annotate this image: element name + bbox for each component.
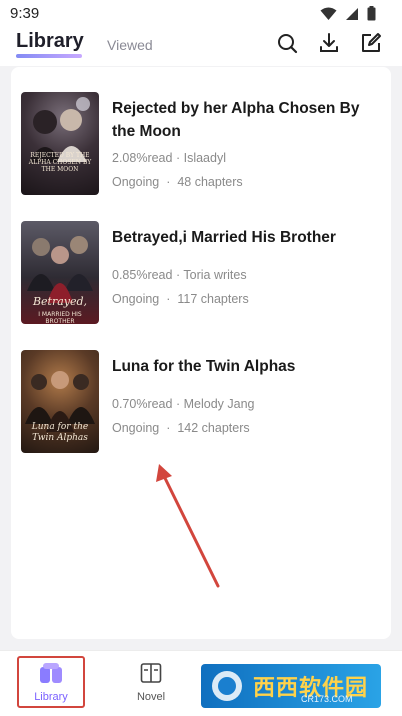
- cover-art: [27, 236, 93, 303]
- book-title: Luna for the Twin Alphas: [112, 358, 296, 375]
- book-cover[interactable]: REJECTED BY THE ALPHA CHOSEN BY THE MOON: [21, 92, 99, 195]
- book-item[interactable]: Luna for the Twin Alphas Luna for the Tw…: [21, 350, 381, 454]
- annotation-arrow-icon: [156, 464, 220, 588]
- library-header: Library Viewed: [0, 26, 402, 66]
- status-icons: [320, 6, 376, 21]
- book-status: Ongoing: [112, 292, 160, 306]
- cover-title: Betrayed,: [32, 295, 88, 308]
- book-status-chapters: Ongoing · 117 chapters: [112, 292, 249, 306]
- wifi-icon: [320, 7, 337, 20]
- cover-title: REJECTED BY THE ALPHA CHOSEN BY THE MOON: [28, 152, 92, 173]
- highlight-box: [17, 656, 85, 708]
- book-status-chapters: Ongoing · 48 chapters: [112, 175, 243, 189]
- separator: ·: [175, 151, 181, 165]
- book-item[interactable]: REJECTED BY THE ALPHA CHOSEN BY THE MOON…: [21, 92, 381, 196]
- download-icon[interactable]: [318, 32, 340, 54]
- separator: ·: [175, 268, 181, 282]
- read-progress: 0.70%read: [112, 397, 173, 411]
- watermark-emblem-icon: [212, 671, 242, 701]
- separator: ·: [166, 175, 171, 189]
- book-status-chapters: Ongoing · 142 chapters: [112, 421, 250, 435]
- tab-viewed[interactable]: Viewed: [107, 37, 153, 53]
- book-icon: [140, 663, 162, 683]
- book-status: Ongoing: [112, 421, 160, 435]
- book-progress-author: 0.85%read · Toria writes: [112, 268, 247, 282]
- edit-icon[interactable]: [360, 32, 382, 54]
- watermark-sub: CR173.COM: [301, 694, 353, 704]
- watermark-logo: 西西软件园 CR173.COM: [201, 664, 381, 708]
- nav-novel-label: Novel: [136, 691, 166, 703]
- signal-icon: [346, 7, 358, 20]
- book-status: Ongoing: [112, 175, 160, 189]
- book-cover[interactable]: Betrayed, I MARRIED HIS BROTHER: [21, 221, 99, 324]
- author-name: Melody Jang: [183, 397, 255, 411]
- author-name: Islaadyl: [183, 151, 226, 165]
- author-name: Toria writes: [183, 268, 247, 282]
- separator: ·: [175, 397, 181, 411]
- cover-title: Luna for the Twin Alphas: [31, 422, 89, 443]
- book-progress-author: 0.70%read · Melody Jang: [112, 397, 254, 411]
- book-item[interactable]: Betrayed, I MARRIED HIS BROTHER Betrayed…: [21, 221, 381, 325]
- book-cover[interactable]: Luna for the Twin Alphas: [21, 350, 99, 453]
- book-title: Betrayed,i Married His Brother: [112, 229, 336, 246]
- active-tab-indicator: [16, 54, 82, 58]
- status-bar: 9:39: [0, 0, 402, 26]
- tab-library[interactable]: Library: [16, 30, 84, 53]
- chapter-count: 117 chapters: [177, 292, 249, 306]
- book-title: Rejected by her Alpha Chosen By the Moon: [112, 100, 360, 140]
- chapter-count: 142 chapters: [177, 421, 250, 435]
- separator: ·: [166, 292, 171, 306]
- read-progress: 0.85%read: [112, 268, 173, 282]
- cover-subtitle: I MARRIED HIS BROTHER: [38, 311, 82, 324]
- read-progress: 2.08%read: [112, 151, 173, 165]
- status-time: 9:39: [10, 5, 40, 22]
- search-icon[interactable]: [276, 32, 298, 54]
- battery-icon: [367, 6, 376, 21]
- chapter-count: 48 chapters: [177, 175, 243, 189]
- separator: ·: [166, 421, 171, 435]
- nav-novel[interactable]: Novel: [111, 651, 191, 709]
- book-progress-author: 2.08%read · Islaadyl: [112, 151, 226, 165]
- cover-art: [29, 97, 90, 162]
